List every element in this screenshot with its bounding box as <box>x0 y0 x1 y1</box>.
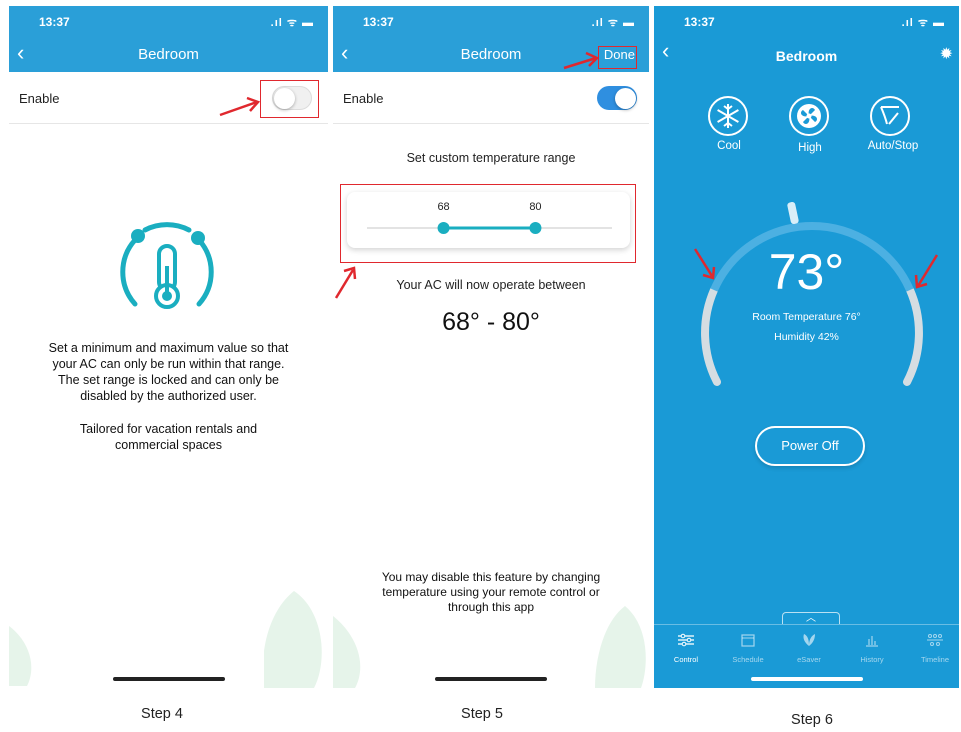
mode-cool-label: Cool <box>717 140 741 152</box>
range-title: Set custom temperature range <box>406 151 576 165</box>
nav-bar: ‹ Bedroom <box>9 36 328 72</box>
home-indicator <box>112 677 225 681</box>
status-bar: 13:37 .ıl ᯤ ▬ <box>9 6 328 36</box>
mode-fan-label: High <box>798 142 822 154</box>
chevron-up-icon: ︿ <box>806 613 816 624</box>
status-time: 13:37 <box>39 15 70 29</box>
enable-label: Enable <box>19 91 60 106</box>
mode-cool-button[interactable] <box>708 96 748 136</box>
mode-swing-button[interactable] <box>870 96 910 136</box>
status-bar: 13:37 .ıl ᯤ ▬ <box>333 6 649 36</box>
step4-screen: 13:37 .ıl ᯤ ▬ ‹ Bedroom Enable Set a min… <box>9 6 328 688</box>
tab-control[interactable]: Control <box>658 633 714 664</box>
set-temperature: 73° <box>768 244 845 300</box>
red-arrow-icon <box>563 51 600 70</box>
sliders-icon <box>678 633 694 647</box>
leaf-decoration-left <box>333 616 361 688</box>
tagline: Tailored for vacation rentals and commer… <box>9 421 328 453</box>
nav-bar: ‹ Bedroom ✹ <box>654 36 959 72</box>
operate-text: Your AC will now operate between <box>396 278 586 292</box>
status-time: 13:37 <box>684 15 715 29</box>
settings-gear-icon[interactable]: ✹ <box>940 44 953 64</box>
timeline-icon <box>927 634 943 646</box>
enable-label: Enable <box>343 91 384 106</box>
enable-row: Enable <box>333 72 649 124</box>
step5-screen: 13:37 .ıl ᯤ ▬ ‹ Bedroom Done Enable Set … <box>333 6 649 688</box>
tab-label: eSaver <box>797 655 821 664</box>
description-line: The set range is locked and can only be <box>58 373 279 387</box>
tagline-line: Tailored for vacation rentals and <box>79 422 258 436</box>
description-line: disabled by the authorized user. <box>80 389 257 403</box>
tab-timeline[interactable]: Timeline <box>907 633 959 664</box>
home-indicator <box>750 677 863 681</box>
page-title: Bedroom <box>138 46 199 63</box>
mode-fan-button[interactable] <box>789 96 829 136</box>
power-off-button[interactable]: Power Off <box>755 426 865 466</box>
toggle-knob <box>615 87 636 109</box>
status-time: 13:37 <box>363 15 394 29</box>
leaf-decoration-left <box>9 626 32 686</box>
home-indicator <box>435 677 547 681</box>
note-line: temperature using your remote control or <box>382 585 600 599</box>
note-line: You may disable this feature by changing <box>381 570 601 584</box>
tab-label: Control <box>673 655 699 664</box>
tab-history[interactable]: History <box>844 633 900 664</box>
mode-swing-label: Auto/Stop <box>867 140 919 152</box>
toggle-highlight-box <box>260 80 319 118</box>
bar-chart-icon <box>866 636 878 647</box>
tab-label: Timeline <box>920 655 950 664</box>
step-5-label: Step 5 <box>461 706 503 722</box>
red-arrow-icon <box>219 96 261 117</box>
range-display: 68° - 80° <box>442 308 540 336</box>
swing-icon <box>880 106 899 125</box>
leaf-decoration-right <box>595 606 646 688</box>
step-6-label: Step 6 <box>791 712 833 728</box>
step-4-label: Step 4 <box>141 706 183 722</box>
signal-wifi-battery-icon: .ıl ᯤ ▬ <box>901 17 945 29</box>
tab-schedule[interactable]: Schedule <box>720 633 776 664</box>
tab-esaver[interactable]: eSaver <box>781 633 837 664</box>
step6-screen: 13:37 .ıl ᯤ ▬ ‹ Bedroom ✹ Cool High Auto… <box>654 6 959 688</box>
room-temperature: Room Temperature 76° <box>752 311 861 323</box>
thermometer-range-icon <box>120 222 214 309</box>
signal-wifi-battery-icon: .ıl ᯤ ▬ <box>591 17 635 29</box>
page-title: Bedroom <box>775 48 838 64</box>
fan-icon <box>797 104 821 128</box>
done-highlight-box <box>598 46 637 69</box>
calendar-icon <box>741 634 755 647</box>
description-line: Set a minimum and maximum value so that <box>48 341 289 355</box>
enable-toggle[interactable] <box>597 86 637 110</box>
humidity: Humidity 42% <box>774 331 839 343</box>
leaf-decoration-right <box>264 591 322 688</box>
tab-label: Schedule <box>732 655 764 664</box>
tagline-line: commercial spaces <box>115 438 222 452</box>
description-line: your AC can only be run within that rang… <box>52 357 285 371</box>
slider-highlight-box <box>340 184 636 263</box>
leaf-icon <box>803 634 815 646</box>
feature-description: Set a minimum and maximum value so that … <box>9 340 328 404</box>
snowflake-icon <box>717 104 739 128</box>
signal-wifi-battery-icon: .ıl ᯤ ▬ <box>270 17 314 29</box>
status-bar: 13:37 .ıl ᯤ ▬ <box>654 6 959 36</box>
tab-label: History <box>860 655 884 664</box>
